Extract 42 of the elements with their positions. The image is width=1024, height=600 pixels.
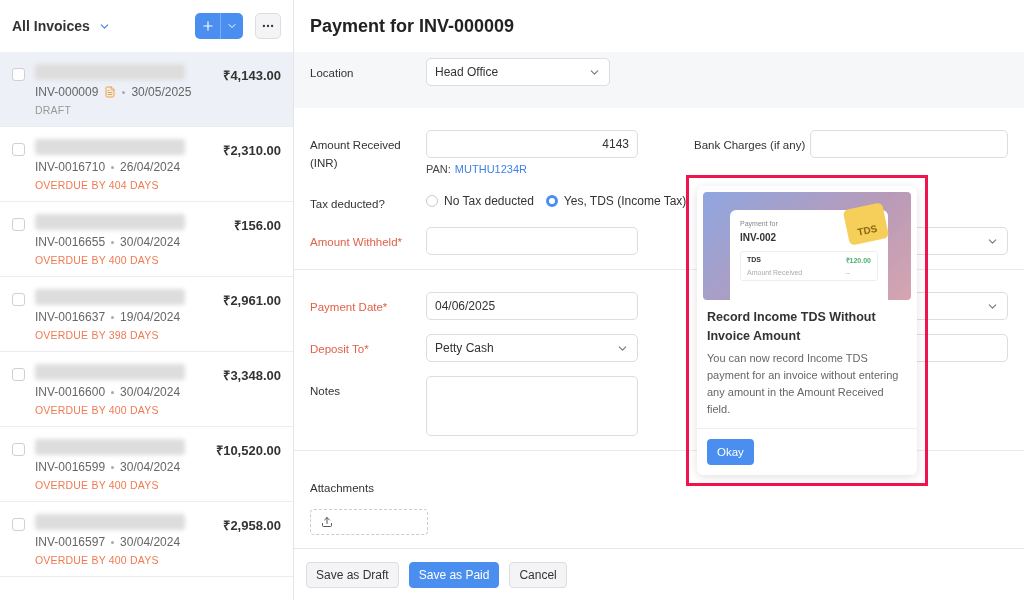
popover-body: You can now record Income TDS payment for an invoice without entering any amount in the Amount Received field. (706, 351, 900, 417)
field-label: Tax deducted? (310, 197, 386, 212)
page-title: Payment for INV-000009 (309, 14, 516, 38)
pan-label: PAN: (426, 163, 451, 175)
invoice-status: OVERDUE BY 400 DAYS (35, 404, 160, 416)
field-label: Attachments (310, 481, 375, 496)
invoice-status: OVERDUE BY 404 DAYS (35, 179, 160, 191)
invoice-date: 30/04/2024 (120, 385, 181, 399)
invoice-date: 30/05/2025 (131, 85, 192, 99)
field-label: Location (310, 66, 355, 81)
invoice-status: OVERDUE BY 398 DAYS (35, 329, 160, 341)
invoice-amount: ₹3,348.00 (223, 367, 281, 385)
field-label: Amount Withheld* (310, 235, 404, 250)
invoice-date: 30/04/2024 (120, 460, 181, 474)
invoice-status: OVERDUE BY 400 DAYS (35, 479, 160, 491)
field-label: Bank Charges (if any) (694, 138, 807, 153)
invoice-number: INV-0016599 (35, 460, 106, 474)
invoice-status: DRAFT (35, 104, 72, 116)
field-label: Deposit To* (310, 342, 370, 357)
field-label: Payment Date* (310, 300, 389, 315)
invoice-amount: ₹10,520.00 (216, 442, 281, 460)
invoice-number: INV-0016597 (35, 535, 106, 549)
invoice-amount: ₹2,310.00 (223, 142, 281, 160)
invoice-status: OVERDUE BY 400 DAYS (35, 254, 160, 266)
invoice-number: INV-0016600 (35, 385, 106, 399)
invoice-date: 19/04/2024 (120, 310, 181, 324)
invoice-number: INV-0016655 (35, 235, 106, 249)
invoice-status: OVERDUE BY 400 DAYS (35, 554, 160, 566)
invoice-date: 26/04/2024 (120, 160, 181, 174)
invoice-date: 30/04/2024 (120, 535, 181, 549)
invoice-number: INV-0016710 (35, 160, 106, 174)
invoice-number: INV-000009 (35, 85, 99, 99)
invoice-amount: ₹4,143.00 (223, 67, 281, 85)
field-label: Amount Received (INR) (310, 138, 402, 171)
invoice-amount: ₹2,958.00 (223, 517, 281, 535)
invoice-amount: ₹156.00 (234, 217, 281, 235)
field-label: Notes (310, 384, 342, 399)
illustration-text: INV-002 (740, 232, 777, 243)
popover-title: Record Income TDS Without Invoice Amount (706, 309, 877, 345)
invoice-date: 30/04/2024 (120, 235, 181, 249)
invoice-number: INV-0016637 (35, 310, 106, 324)
invoice-amount: ₹2,961.00 (223, 292, 281, 310)
